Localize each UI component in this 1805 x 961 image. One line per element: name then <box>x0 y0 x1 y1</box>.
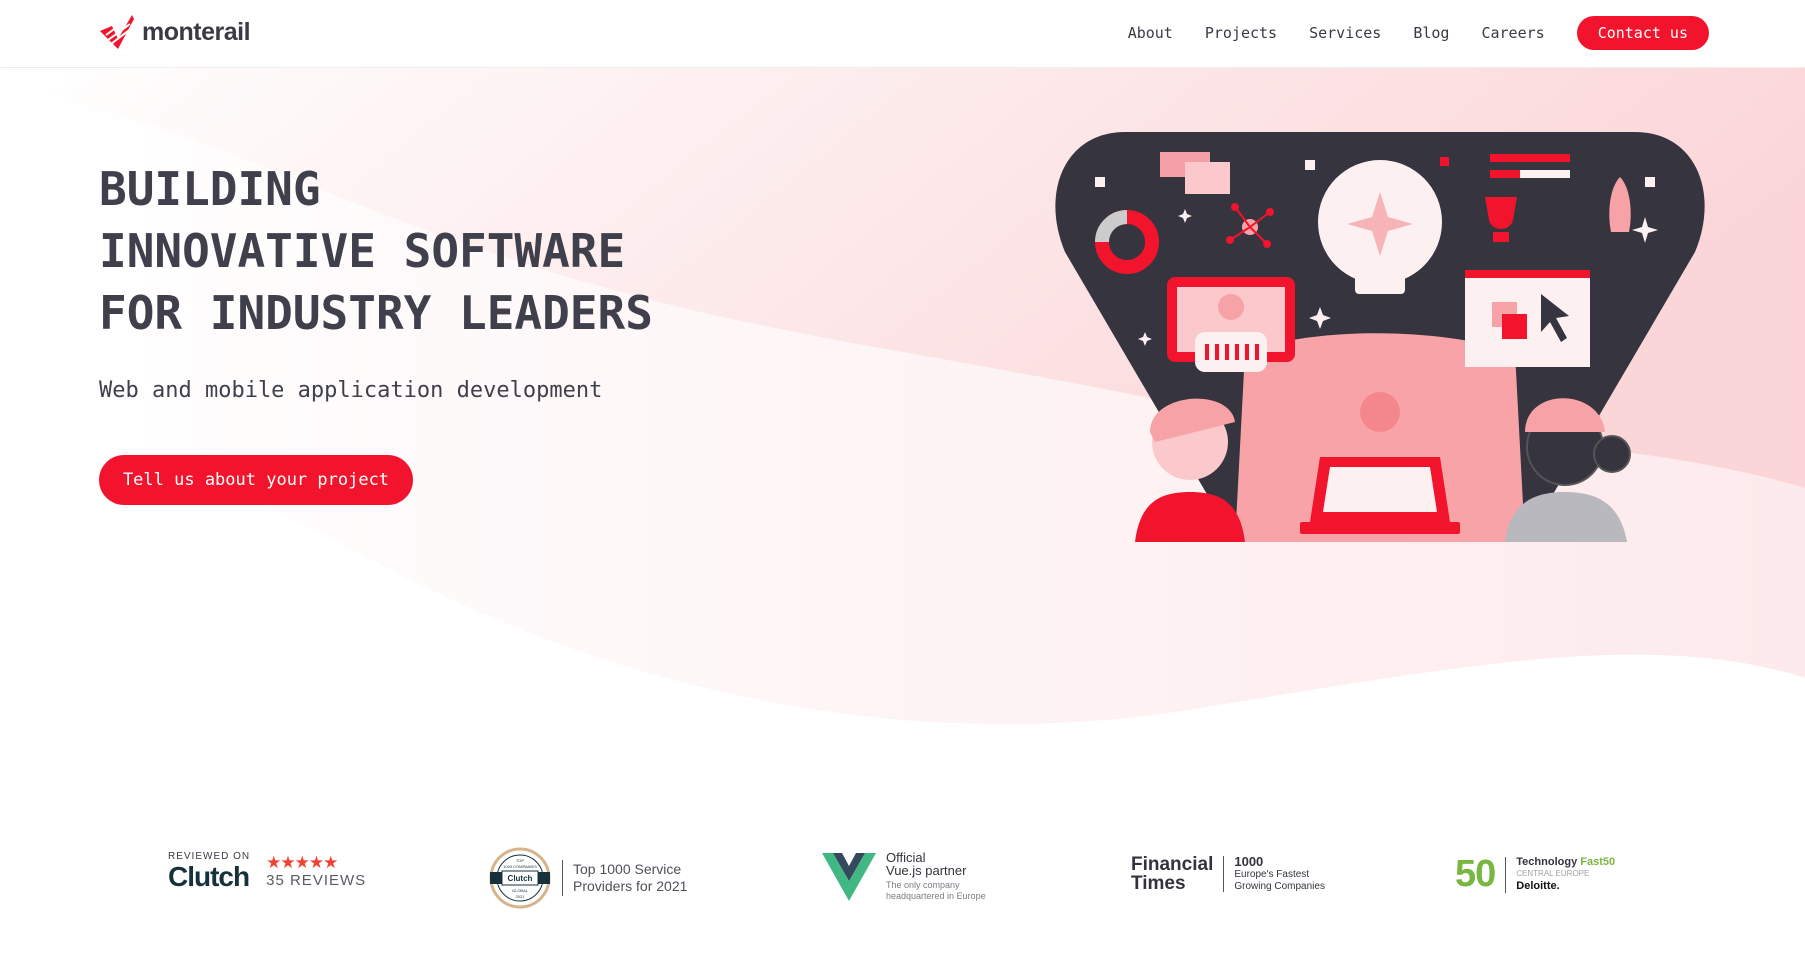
clutch-seal-companies: 1000 COMPANIES <box>503 864 537 869</box>
clutch-seal-region: GLOBAL <box>512 888 529 893</box>
vue-line-2: Vue.js partner <box>886 863 967 878</box>
fast50-label: Fast50 <box>1580 856 1616 868</box>
vue-logo-icon <box>822 852 876 901</box>
ft-line-2: Times <box>1131 873 1186 894</box>
tell-us-about-project-button[interactable]: Tell us about your project <box>99 455 413 505</box>
fast50-tech: Technology <box>1516 856 1578 868</box>
monterail-logo[interactable]: monterail <box>98 13 251 51</box>
vue-partner-badge[interactable]: Official Vue.js partner The only company… <box>822 851 986 902</box>
vue-sub-2: headquartered in Europe <box>886 891 986 901</box>
fast50-region: CENTRAL EUROPE <box>1516 869 1590 878</box>
nav-projects[interactable]: Projects <box>1205 16 1277 50</box>
divider <box>1505 856 1507 893</box>
vue-sub-1: The only company <box>886 880 960 890</box>
hero-title: BUILDING INNOVATIVE SOFTWARE FOR INDUSTR… <box>99 158 653 344</box>
monterail-logo-icon <box>100 15 134 49</box>
nav-careers[interactable]: Careers <box>1481 16 1544 50</box>
nav-services[interactable]: Services <box>1309 16 1381 50</box>
clutch-seal-icon: Clutch TOP 1000 COMPANIES GLOBAL 2021 <box>489 847 551 909</box>
team-building-software-illustration <box>1055 132 1705 542</box>
fast50-title: Technology Fast50 <box>1516 856 1615 869</box>
contact-us-button[interactable]: Contact us <box>1576 16 1709 50</box>
main-nav: About Projects Services Blog Careers Con… <box>1096 16 1709 50</box>
hero-subtitle: Web and mobile application development <box>99 378 603 403</box>
trust-badges: REVIEWED ON Clutch ★★★★★ 35 REVIEWS Clut… <box>0 835 1805 915</box>
site-header: monterail About Projects Services Blog C… <box>0 0 1805 68</box>
clutch-seal-top: TOP <box>516 858 524 863</box>
hero-title-line-2: INNOVATIVE SOFTWARE <box>99 224 626 278</box>
ft-sub-2: Growing Companies <box>1234 881 1325 892</box>
divider <box>562 860 563 896</box>
clutch-reviews-badge[interactable]: REVIEWED ON Clutch ★★★★★ 35 REVIEWS <box>168 851 366 892</box>
clutch-wordmark: Clutch <box>168 861 250 892</box>
ft-line-1: Financial <box>1131 854 1214 875</box>
deloitte-fast50-badge[interactable]: 50 Technology Fast50 CENTRAL EUROPE Delo… <box>1455 853 1615 896</box>
clutch-top-line-2: Providers for 2021 <box>573 878 688 894</box>
clutch-seal-year: 2021 <box>516 894 526 899</box>
ft-number: 1000 <box>1234 854 1264 869</box>
deloitte-wordmark: Deloitte. <box>1516 880 1560 892</box>
ft-sub-1: Europe's Fastest <box>1234 869 1310 880</box>
clutch-top-line-1: Top 1000 Service <box>573 861 682 877</box>
financial-times-badge[interactable]: Financial Times 1000 Europe's Fastest Gr… <box>1131 854 1325 894</box>
hero-title-line-3: FOR INDUSTRY LEADERS <box>99 286 653 340</box>
nav-about[interactable]: About <box>1128 16 1173 50</box>
clutch-seal-brand: Clutch <box>508 874 533 883</box>
clutch-reviews-count: 35 REVIEWS <box>266 872 367 889</box>
clutch-top-1000-badge[interactable]: Clutch TOP 1000 COMPANIES GLOBAL 2021 To… <box>488 847 687 909</box>
hero-title-line-1: BUILDING <box>99 162 321 216</box>
nav-blog[interactable]: Blog <box>1413 16 1449 50</box>
logo-wordmark: monterail <box>142 17 251 46</box>
clutch-star-rating: ★★★★★ <box>266 853 338 872</box>
fast50-number: 50 <box>1455 853 1496 895</box>
divider <box>1223 856 1225 892</box>
